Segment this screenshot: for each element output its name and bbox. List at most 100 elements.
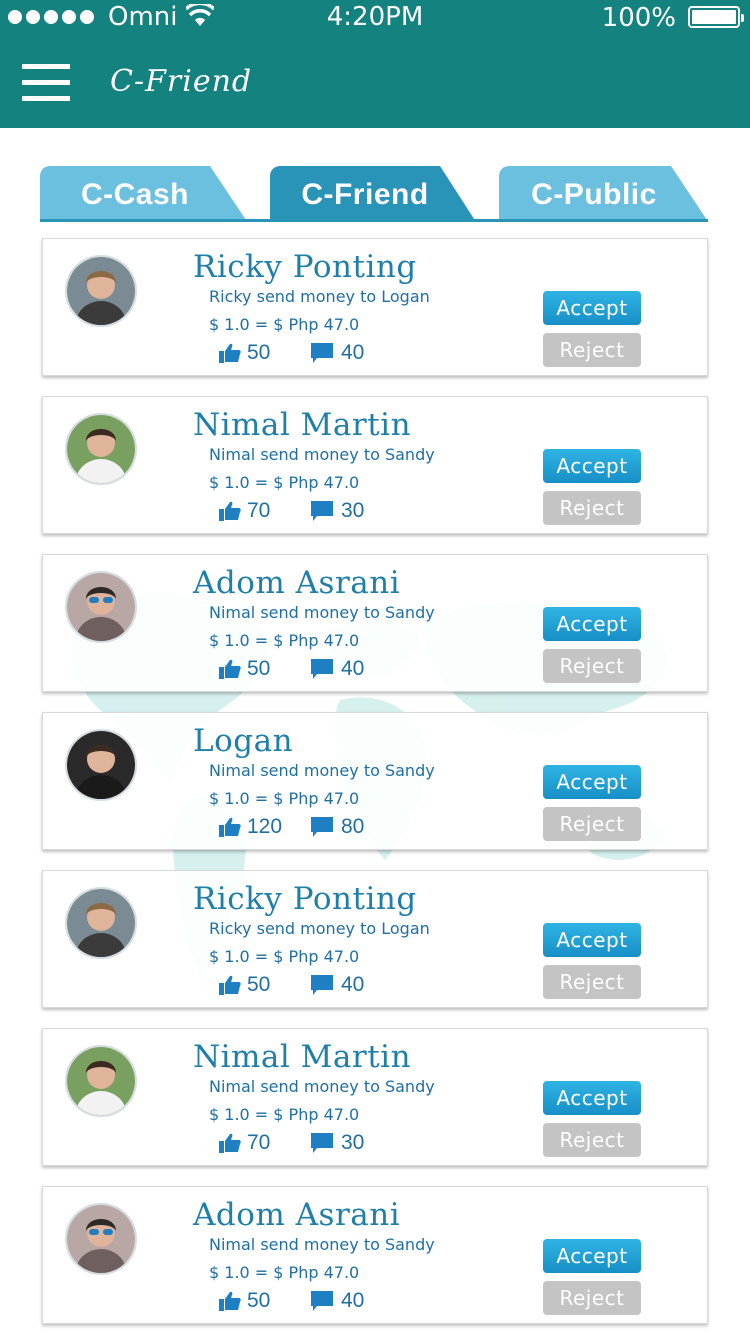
sender-name: Nimal Martin (193, 1039, 412, 1075)
request-card: Logan Nimal send money to Sandy $ 1.0 = … (42, 712, 708, 850)
comment-icon (311, 501, 333, 521)
comment-button[interactable]: 30 (311, 1131, 364, 1155)
battery-icon (688, 6, 744, 28)
thumbs-up-icon (219, 1291, 241, 1311)
comment-count: 40 (341, 341, 365, 364)
woman-avatar-icon (67, 415, 135, 483)
thumbs-up-icon (219, 343, 241, 363)
request-card: Adom Asrani Nimal send money to Sandy $ … (42, 1186, 708, 1324)
like-button[interactable]: 70 (219, 1131, 270, 1155)
accept-button[interactable]: Accept (543, 607, 641, 641)
reject-button[interactable]: Reject (543, 1123, 641, 1157)
request-card: Nimal Martin Nimal send money to Sandy $… (42, 396, 708, 534)
comment-count: 40 (341, 1289, 365, 1312)
like-count: 120 (247, 815, 283, 838)
comment-icon (311, 975, 333, 995)
comment-button[interactable]: 40 (311, 657, 364, 681)
sender-name: Ricky Ponting (193, 249, 417, 285)
thumbs-up-icon (219, 501, 241, 521)
avatar[interactable] (65, 1045, 137, 1117)
thumbs-up-icon (219, 659, 241, 679)
like-button[interactable]: 50 (219, 341, 270, 365)
status-bar: Omni 4:20PM 100% (0, 0, 750, 36)
tab-c-friend-label: C-Friend (301, 178, 429, 211)
accept-button[interactable]: Accept (543, 1239, 641, 1273)
avatar[interactable] (65, 413, 137, 485)
like-count: 50 (247, 341, 271, 364)
request-card: Ricky Ponting Ricky send money to Logan … (42, 238, 708, 376)
tab-c-public-label: C-Public (531, 178, 657, 211)
sender-name: Adom Asrani (193, 565, 401, 601)
like-count: 70 (247, 499, 271, 522)
comment-count: 30 (341, 1131, 365, 1154)
comment-button[interactable]: 40 (311, 973, 364, 997)
man-sunglasses-avatar-icon (67, 1205, 135, 1273)
like-button[interactable]: 50 (219, 973, 270, 997)
exchange-rate: $ 1.0 = $ Php 47.0 (209, 315, 360, 334)
like-button[interactable]: 70 (219, 499, 270, 523)
man-avatar-icon (67, 257, 135, 325)
like-button[interactable]: 120 (219, 815, 282, 839)
hamburger-menu-icon[interactable] (22, 64, 70, 102)
accept-button[interactable]: Accept (543, 291, 641, 325)
request-card: Adom Asrani Nimal send money to Sandy $ … (42, 554, 708, 692)
reject-button[interactable]: Reject (543, 1281, 641, 1315)
exchange-rate: $ 1.0 = $ Php 47.0 (209, 473, 360, 492)
exchange-rate: $ 1.0 = $ Php 47.0 (209, 631, 360, 650)
comment-button[interactable]: 40 (311, 1289, 364, 1313)
tab-c-friend[interactable]: C-Friend (270, 166, 480, 222)
exchange-rate: $ 1.0 = $ Php 47.0 (209, 789, 360, 808)
man-sunglasses-avatar-icon (67, 573, 135, 641)
reject-button[interactable]: Reject (543, 965, 641, 999)
reject-button[interactable]: Reject (543, 649, 641, 683)
avatar[interactable] (65, 887, 137, 959)
exchange-rate: $ 1.0 = $ Php 47.0 (209, 1105, 360, 1124)
accept-button[interactable]: Accept (543, 449, 641, 483)
avatar[interactable] (65, 571, 137, 643)
accept-button[interactable]: Accept (543, 923, 641, 957)
battery-percent: 100% (601, 3, 676, 33)
comment-count: 40 (341, 973, 365, 996)
tab-c-cash[interactable]: C-Cash (40, 166, 250, 222)
comment-count: 40 (341, 657, 365, 680)
transfer-message: Nimal send money to Sandy (209, 1077, 435, 1096)
sender-name: Nimal Martin (193, 407, 412, 443)
reject-button[interactable]: Reject (543, 807, 641, 841)
comment-button[interactable]: 40 (311, 341, 364, 365)
accept-button[interactable]: Accept (543, 1081, 641, 1115)
comment-button[interactable]: 80 (311, 815, 364, 839)
comment-icon (311, 1291, 333, 1311)
tab-c-cash-label: C-Cash (80, 178, 189, 211)
accept-button[interactable]: Accept (543, 765, 641, 799)
tab-c-public[interactable]: C-Public (499, 166, 710, 222)
like-button[interactable]: 50 (219, 657, 270, 681)
comment-button[interactable]: 30 (311, 499, 364, 523)
sender-name: Ricky Ponting (193, 881, 417, 917)
comment-icon (311, 343, 333, 363)
avatar[interactable] (65, 729, 137, 801)
exchange-rate: $ 1.0 = $ Php 47.0 (209, 1263, 360, 1282)
bearded-man-avatar-icon (67, 731, 135, 799)
transfer-message: Ricky send money to Logan (209, 287, 430, 306)
like-button[interactable]: 50 (219, 1289, 270, 1313)
comment-icon (311, 817, 333, 837)
sender-name: Logan (193, 723, 294, 759)
comment-icon (311, 1133, 333, 1153)
avatar[interactable] (65, 255, 137, 327)
exchange-rate: $ 1.0 = $ Php 47.0 (209, 947, 360, 966)
transfer-message: Nimal send money to Sandy (209, 1235, 435, 1254)
reject-button[interactable]: Reject (543, 333, 641, 367)
avatar[interactable] (65, 1203, 137, 1275)
thumbs-up-icon (219, 817, 241, 837)
like-count: 50 (247, 657, 271, 680)
transfer-message: Nimal send money to Sandy (209, 445, 435, 464)
comment-icon (311, 659, 333, 679)
page-title: C-Friend (110, 64, 253, 99)
app-header: Omni 4:20PM 100% C-Friend (0, 0, 750, 128)
tab-underline (40, 219, 708, 222)
transfer-message: Nimal send money to Sandy (209, 603, 435, 622)
thumbs-up-icon (219, 1133, 241, 1153)
woman-avatar-icon (67, 1047, 135, 1115)
reject-button[interactable]: Reject (543, 491, 641, 525)
comment-count: 30 (341, 499, 365, 522)
